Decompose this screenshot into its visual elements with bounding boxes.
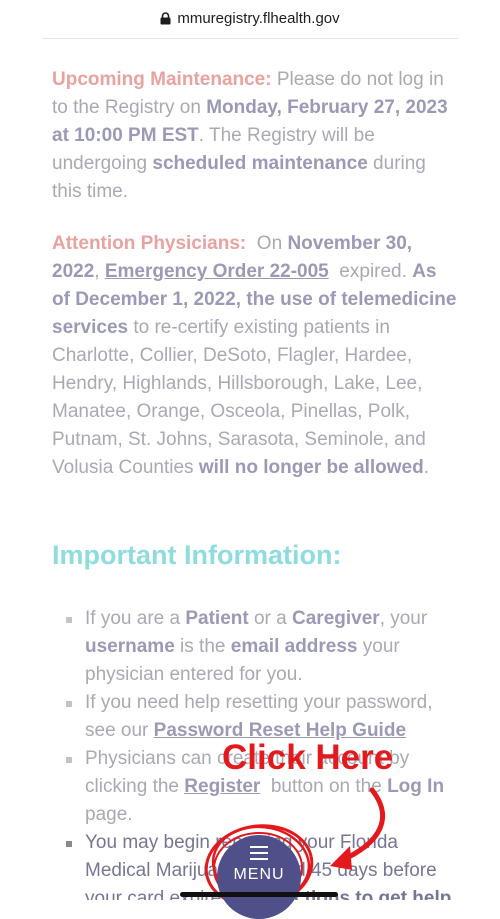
item-bold: Caregiver: [292, 608, 380, 629]
physicians-text-3: expired.: [328, 261, 413, 282]
item-text: , your: [379, 608, 428, 629]
address-bar-divider: [42, 38, 458, 39]
physicians-text-5: .: [423, 457, 429, 478]
list-item: If you are a Patient or a Caregiver, you…: [52, 605, 457, 689]
url-text[interactable]: mmuregistry.flhealth.gov: [177, 10, 339, 27]
item-bold: Log In: [387, 776, 445, 797]
physicians-notice: Attention Physicians: On November 30, 20…: [52, 230, 457, 482]
maintenance-label: Upcoming Maintenance:: [52, 69, 272, 90]
physicians-text: On: [246, 233, 288, 254]
register-link[interactable]: Register: [184, 776, 260, 797]
list-item: If you need help resetting your password…: [52, 689, 457, 745]
item-bold: email address: [230, 636, 358, 657]
item-text: is the: [174, 636, 231, 657]
lock-icon: [160, 11, 171, 24]
physicians-text-2: ,: [94, 261, 105, 282]
maintenance-notice: Upcoming Maintenance: Please do not log …: [52, 66, 457, 206]
home-indicator: [180, 892, 338, 897]
browser-address-bar[interactable]: mmuregistry.flhealth.gov: [0, 0, 500, 40]
emergency-order-link[interactable]: Emergency Order 22-005: [105, 261, 329, 282]
item-text: If you are a: [85, 608, 186, 629]
item-bold: username: [85, 636, 175, 657]
click-here-callout: Click Here: [222, 738, 394, 777]
physicians-label: Attention Physicians:: [52, 233, 247, 254]
important-information-heading: Important Information:: [52, 540, 342, 570]
physicians-text-4: to re-certify existing patients in Charl…: [52, 317, 426, 478]
menu-button[interactable]: MENU: [217, 835, 301, 919]
item-text: button on the: [260, 776, 388, 797]
menu-label: MENU: [233, 866, 285, 883]
item-bold: Patient: [185, 608, 249, 629]
item-text: or a: [248, 608, 293, 629]
maintenance-emphasis: scheduled maintenance: [152, 153, 368, 174]
physicians-bold-2: will no longer be allowed: [198, 457, 424, 478]
hamburger-icon: [250, 846, 268, 860]
item-text: page.: [85, 804, 133, 825]
